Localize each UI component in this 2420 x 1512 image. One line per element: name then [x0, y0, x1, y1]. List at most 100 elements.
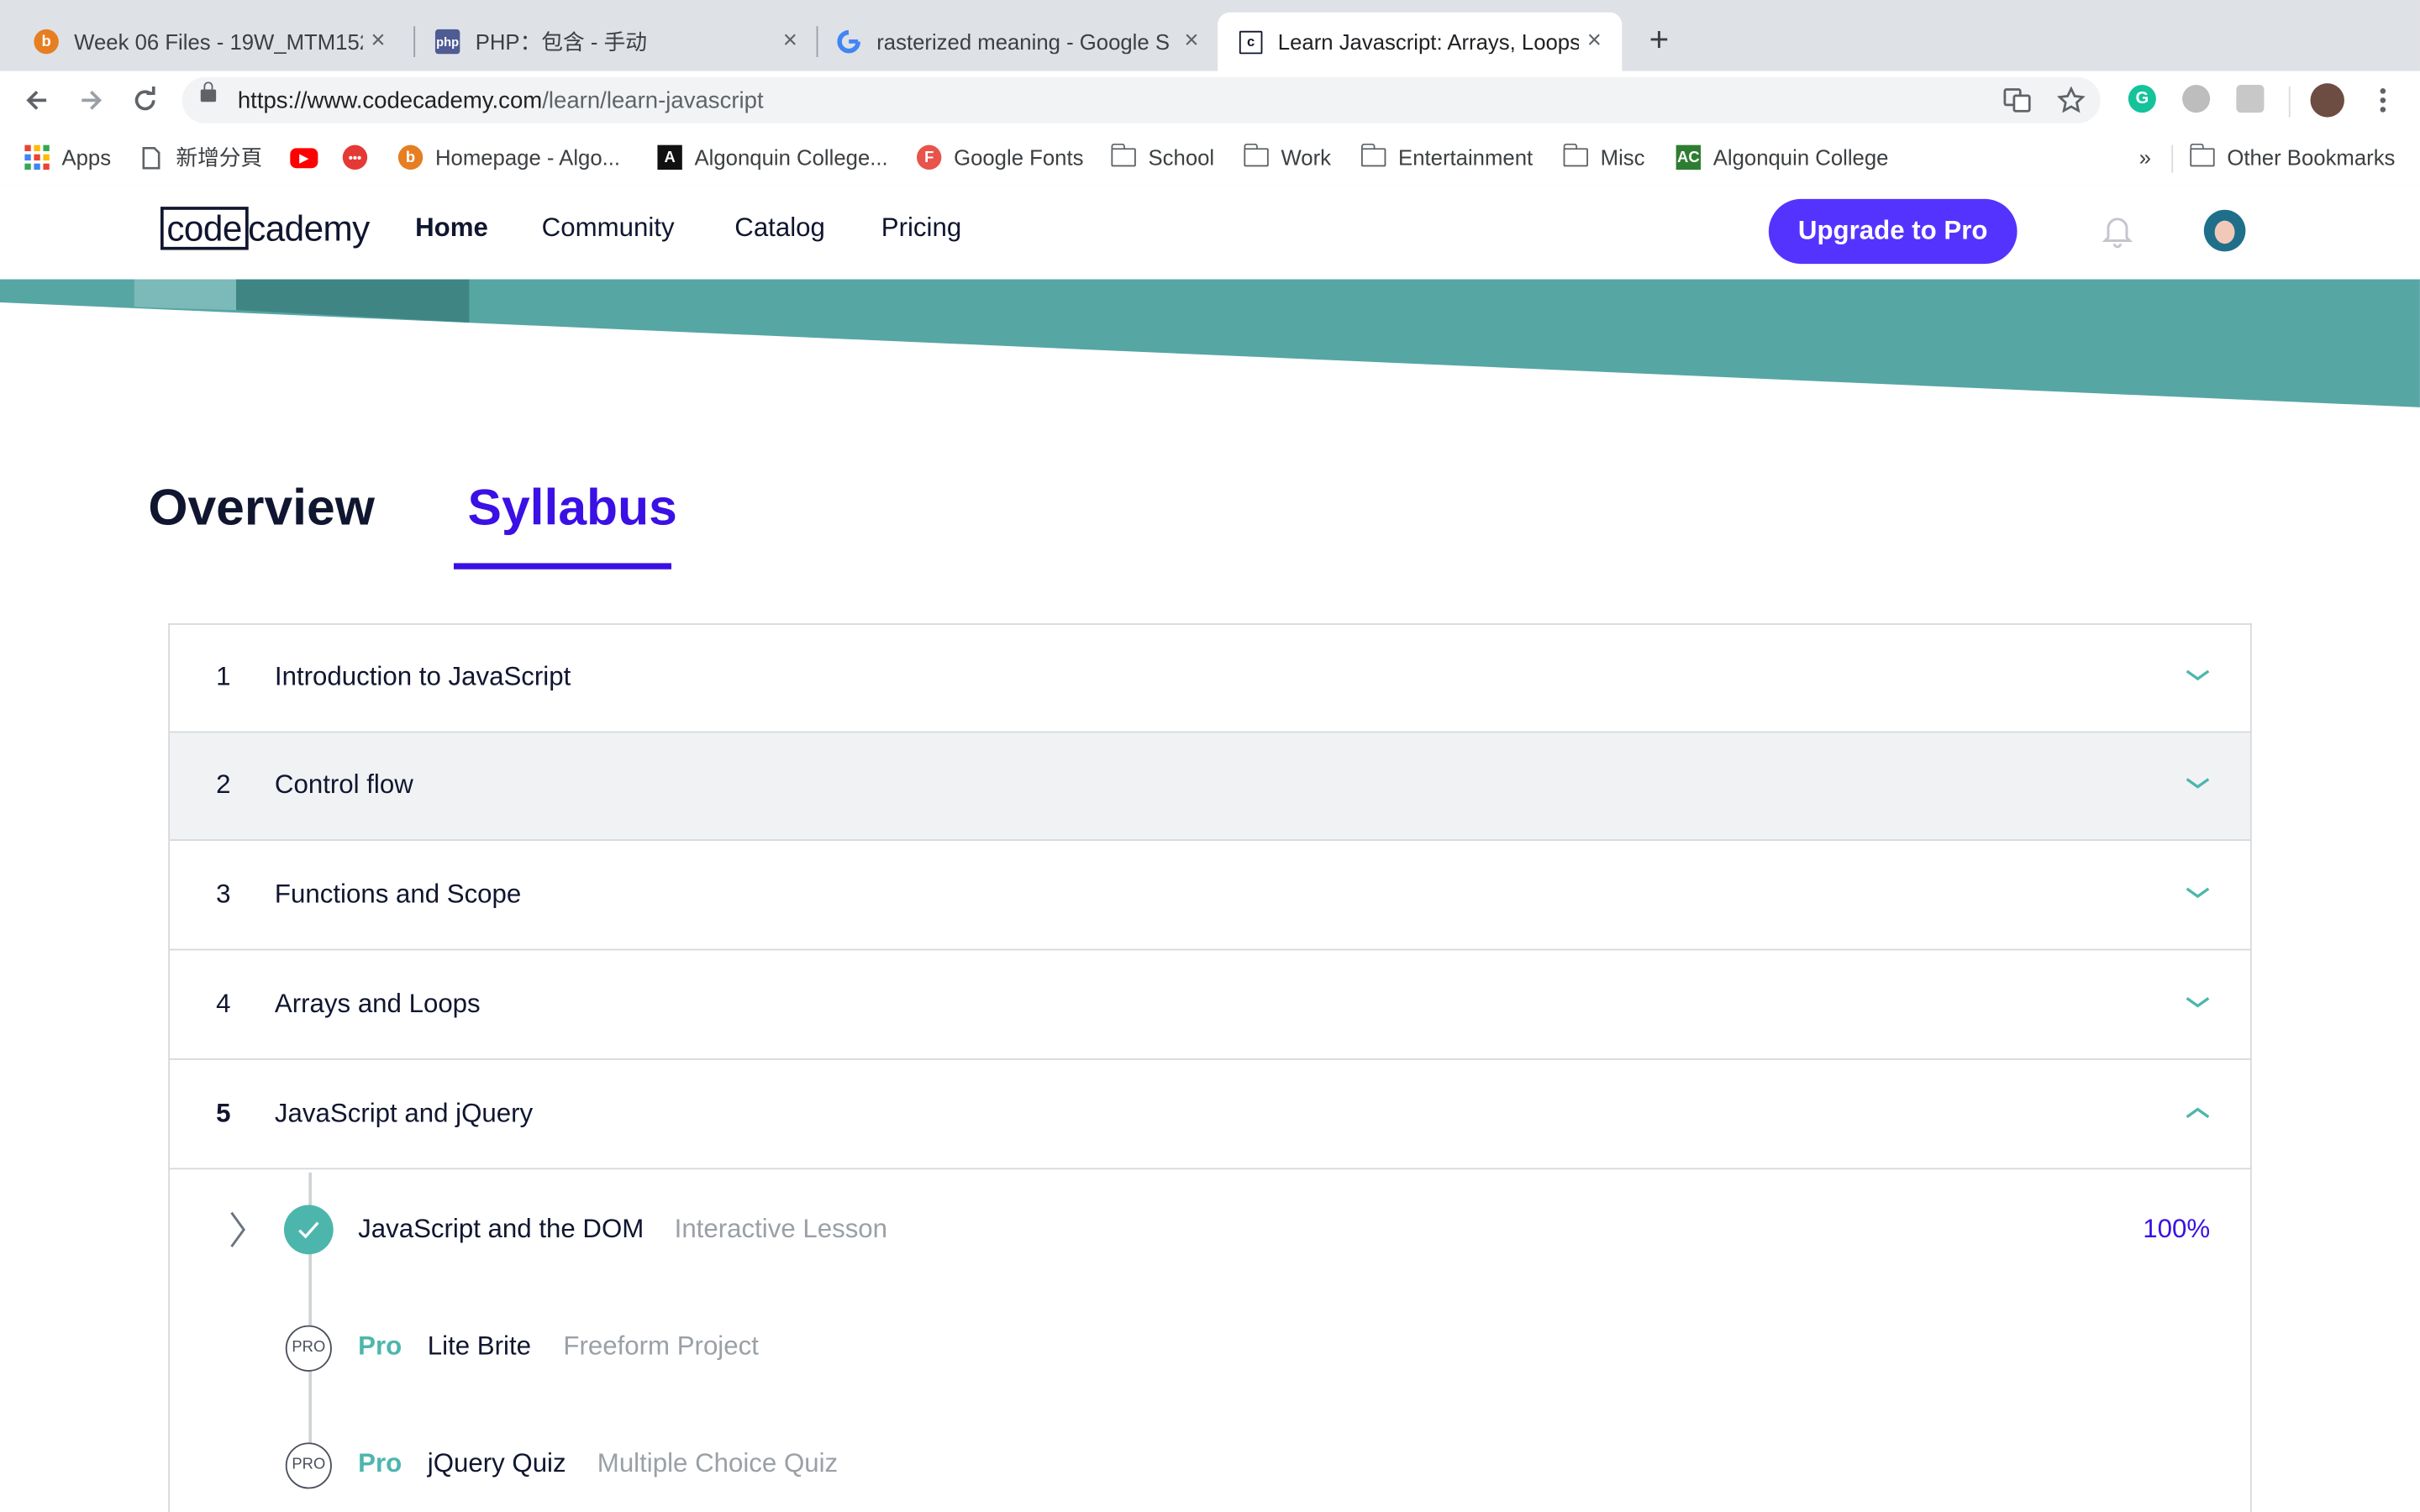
- module-number: 1: [216, 661, 231, 691]
- algonquin-icon: A: [657, 144, 682, 171]
- forward-icon[interactable]: [72, 81, 109, 118]
- brightspace-icon: b: [34, 29, 59, 55]
- php-icon: php: [434, 29, 460, 55]
- site-header: code cademy Home Community Catalog Pricin…: [0, 185, 2420, 280]
- bookmark-folder-misc[interactable]: Misc: [1562, 142, 1645, 173]
- browser-tab[interactable]: rasterized meaning - Google S ×: [815, 13, 1219, 71]
- google-icon: [836, 29, 860, 54]
- menu-kebab-icon[interactable]: [2365, 81, 2402, 118]
- browser-tab[interactable]: b Week 06 Files - 19W_MTM152 ×: [13, 13, 406, 71]
- module-title: JavaScript and jQuery: [274, 1098, 534, 1128]
- user-avatar[interactable]: [2203, 209, 2246, 252]
- tab-overview[interactable]: Overview: [148, 478, 375, 537]
- syllabus-module[interactable]: 1 Introduction to JavaScript: [170, 625, 2250, 733]
- close-tab-icon[interactable]: ×: [1579, 28, 1610, 55]
- bookmark-folder-work[interactable]: Work: [1243, 142, 1331, 173]
- chevron-down-icon[interactable]: [2186, 885, 2210, 900]
- extension-circle-icon[interactable]: [2182, 85, 2211, 113]
- grammarly-icon[interactable]: G: [2128, 85, 2156, 113]
- lesson-item[interactable]: JavaScript and the DOM Interactive Lesso…: [170, 1184, 2250, 1276]
- lesson-title: JavaScript and the DOM: [358, 1214, 644, 1244]
- bookmark-algonquin-college-1[interactable]: A Algonquin College...: [657, 142, 888, 173]
- tab-title: rasterized meaning - Google S: [876, 29, 1170, 55]
- google-fonts-icon: F: [916, 144, 942, 171]
- module-title: Introduction to JavaScript: [274, 661, 571, 691]
- chevron-down-icon[interactable]: [2186, 776, 2210, 791]
- syllabus-module[interactable]: 2 Control flow: [170, 732, 2250, 842]
- nav-pricing[interactable]: Pricing: [881, 213, 961, 244]
- tab-title: PHP：包含 - 手动: [475, 29, 648, 55]
- lesson-progress: 100%: [2143, 1214, 2211, 1244]
- codecademy-icon: c: [1239, 29, 1263, 54]
- browser-tab[interactable]: php PHP：包含 - 手动 ×: [413, 13, 818, 71]
- address-bar[interactable]: https://www.codecademy.com/learn/learn-j…: [182, 76, 2101, 123]
- notifications-bell-icon[interactable]: [2102, 214, 2133, 249]
- close-tab-icon[interactable]: ×: [363, 28, 394, 55]
- codecademy-logo[interactable]: code cademy: [160, 205, 370, 251]
- bookmarks-bar: Apps 新增分頁 ▶ ••• b Homepage - Algo... A A…: [0, 129, 2420, 187]
- folder-icon: [1562, 143, 1588, 170]
- lesson-item[interactable]: PRO Pro jQuery Quiz Multiple Choice Quiz: [170, 1421, 2250, 1512]
- bookmark-homepage-algonquin[interactable]: b Homepage - Algo...: [397, 142, 620, 173]
- syllabus-module[interactable]: 4 Arrays and Loops: [170, 952, 2250, 1060]
- extension-square-icon[interactable]: [2236, 85, 2265, 113]
- new-tab-button[interactable]: +: [1640, 21, 1677, 59]
- bookmarks-overflow-icon[interactable]: »: [2139, 142, 2151, 173]
- pro-tag: Pro: [358, 1448, 402, 1478]
- brightspace-icon: b: [397, 144, 424, 171]
- module-number: 2: [216, 769, 231, 800]
- syllabus-module[interactable]: 3 Functions and Scope: [170, 843, 2250, 951]
- bookmark-youtube[interactable]: ▶: [290, 142, 330, 173]
- module-number: 3: [216, 879, 231, 909]
- bookmark-new-page[interactable]: 新增分頁: [139, 142, 262, 173]
- url-text: https://www.codecademy.com/learn/learn-j…: [237, 87, 764, 114]
- lesson-type: Interactive Lesson: [674, 1214, 888, 1244]
- page-icon: [139, 145, 163, 170]
- upgrade-to-pro-button[interactable]: Upgrade to Pro: [1768, 198, 2018, 265]
- lesson-title: Lite Brite: [427, 1331, 531, 1361]
- lesson-type: Multiple Choice Quiz: [597, 1448, 839, 1478]
- nav-home[interactable]: Home: [415, 213, 488, 244]
- pro-tag: Pro: [358, 1331, 402, 1361]
- back-icon[interactable]: [18, 81, 55, 118]
- syllabus-module-expanded[interactable]: 5 JavaScript and jQuery: [170, 1062, 2250, 1170]
- bookmark-star-icon[interactable]: [2054, 83, 2088, 117]
- module-number: 4: [216, 989, 231, 1019]
- bookmark-other-bookmarks[interactable]: Other Bookmarks: [2189, 142, 2395, 173]
- tab-syllabus[interactable]: Syllabus: [468, 478, 677, 537]
- chevron-down-icon[interactable]: [2186, 995, 2210, 1011]
- close-tab-icon[interactable]: ×: [775, 28, 806, 55]
- hero-banner: [0, 279, 2420, 407]
- tab-title: Week 06 Files - 19W_MTM152: [74, 29, 363, 55]
- nav-community[interactable]: Community: [542, 213, 675, 244]
- bookmark-google-fonts[interactable]: F Google Fonts: [916, 142, 1083, 173]
- folder-icon: [1110, 143, 1136, 170]
- syllabus-list: 1 Introduction to JavaScript 2 Control f…: [168, 623, 2252, 1512]
- nav-catalog[interactable]: Catalog: [734, 213, 825, 244]
- pro-badge-icon: PRO: [285, 1442, 332, 1489]
- chevron-right-icon[interactable]: [229, 1211, 247, 1248]
- bookmark-apps[interactable]: Apps: [24, 142, 111, 173]
- module-number: 5: [216, 1098, 231, 1128]
- bookmark-algonquin-college-2[interactable]: AC Algonquin College: [1676, 142, 1888, 173]
- completed-check-icon: [283, 1205, 334, 1255]
- reload-icon[interactable]: [127, 81, 164, 118]
- lesson-title: jQuery Quiz: [427, 1448, 566, 1478]
- lesson-item[interactable]: PRO Pro Lite Brite Freeform Project: [170, 1304, 2250, 1396]
- bookmark-chat[interactable]: •••: [342, 142, 380, 173]
- browser-tab-active[interactable]: c Learn Javascript: Arrays, Loops ×: [1218, 12, 1623, 71]
- translate-icon[interactable]: [2000, 83, 2033, 117]
- chevron-down-icon[interactable]: [2186, 668, 2210, 683]
- module-title: Functions and Scope: [274, 879, 522, 909]
- bookmark-folder-entertainment[interactable]: Entertainment: [1360, 142, 1533, 173]
- module-title: Control flow: [274, 769, 413, 800]
- algonquin-ac-icon: AC: [1676, 144, 1702, 171]
- lesson-type: Freeform Project: [563, 1331, 759, 1361]
- chat-icon: •••: [342, 144, 368, 171]
- bookmark-folder-school[interactable]: School: [1110, 142, 1214, 173]
- folder-icon: [2189, 143, 2215, 170]
- profile-avatar-icon[interactable]: [2310, 83, 2344, 118]
- pro-badge-icon: PRO: [285, 1325, 332, 1372]
- chevron-up-icon[interactable]: [2186, 1105, 2210, 1120]
- close-tab-icon[interactable]: ×: [1176, 28, 1207, 55]
